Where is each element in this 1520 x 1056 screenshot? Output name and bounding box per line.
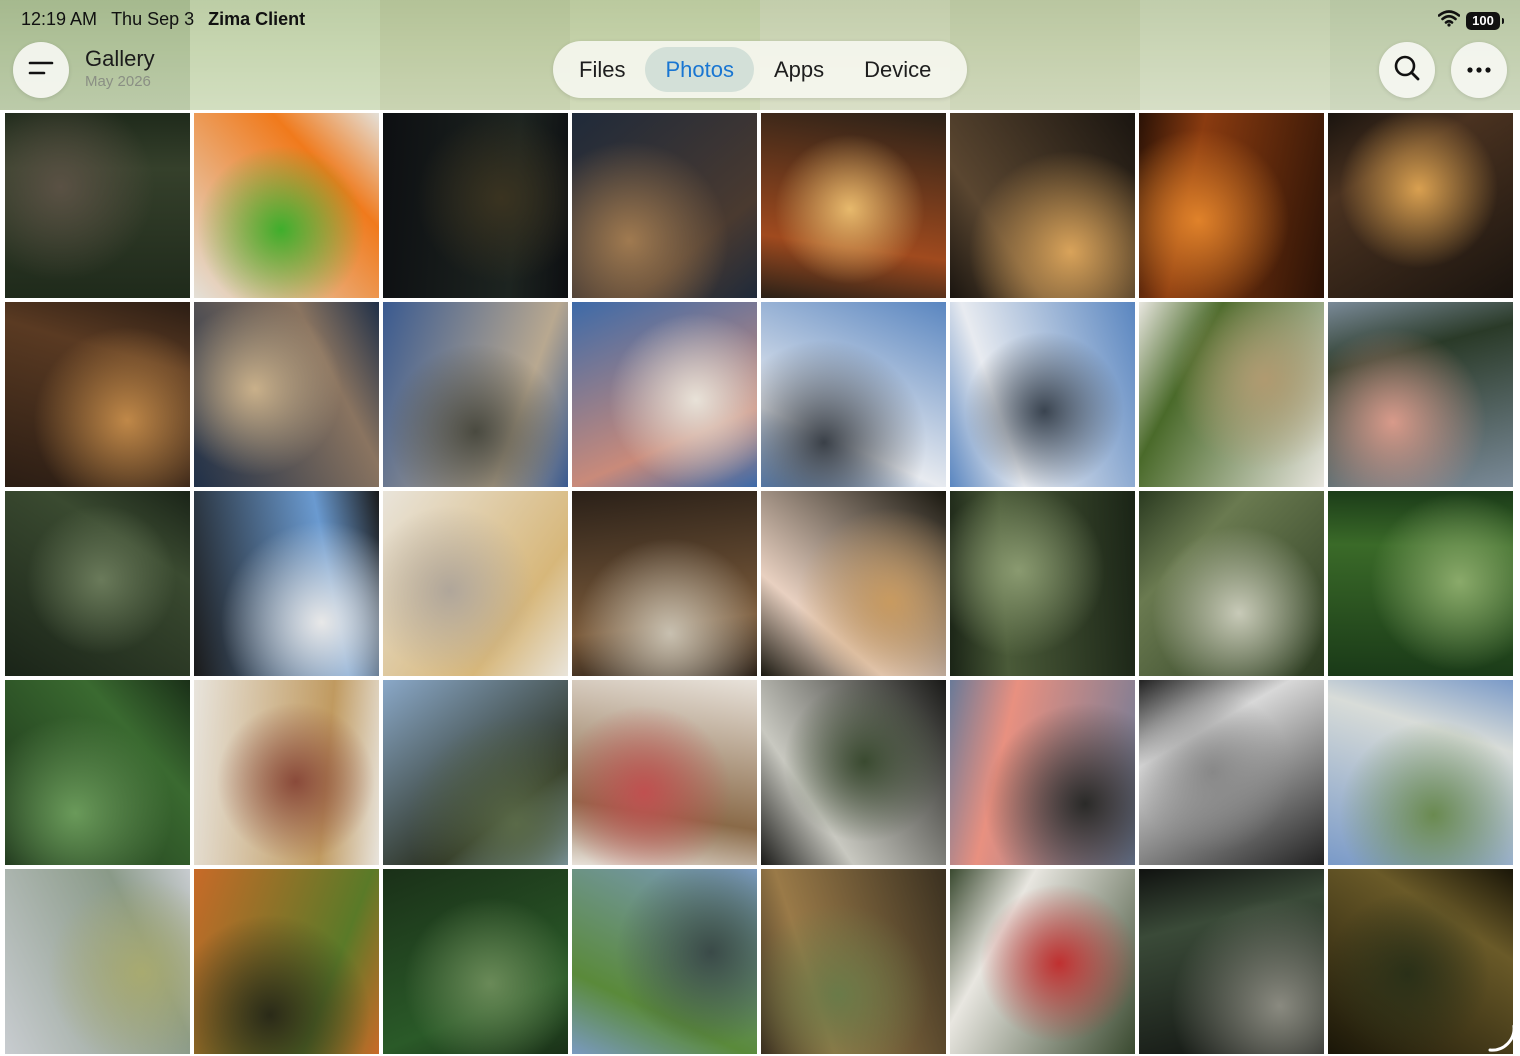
page-subtitle: May 2026 (85, 73, 151, 90)
photo-thumbnail[interactable] (572, 869, 757, 1054)
photo-thumbnail[interactable] (383, 302, 568, 487)
status-date: Thu Sep 3 (111, 9, 195, 29)
photo-thumbnail[interactable] (1139, 113, 1324, 298)
status-app-name: Zima Client (208, 9, 306, 29)
status-time: 12:19 AM (21, 9, 98, 29)
photo-thumbnail[interactable] (572, 680, 757, 865)
photo-thumbnail[interactable] (950, 302, 1135, 487)
photo-thumbnail[interactable] (5, 302, 190, 487)
photo-thumbnail[interactable] (761, 113, 946, 298)
photo-thumbnail[interactable] (1328, 113, 1513, 298)
more-options-button[interactable] (1451, 42, 1507, 98)
photo-thumbnail[interactable] (383, 491, 568, 676)
photo-thumbnail[interactable] (383, 869, 568, 1054)
header-backdrop (950, 0, 1140, 110)
status-bar-right: 100 (1437, 9, 1504, 32)
wifi-icon (1437, 9, 1461, 32)
photo-thumbnail[interactable] (5, 113, 190, 298)
photo-thumbnail[interactable] (1328, 680, 1513, 865)
photo-thumbnail[interactable] (1328, 491, 1513, 676)
photo-thumbnail[interactable] (194, 491, 379, 676)
photo-thumbnail[interactable] (950, 491, 1135, 676)
photo-thumbnail[interactable] (761, 491, 946, 676)
menu-button[interactable] (13, 42, 69, 98)
menu-icon (28, 58, 54, 83)
tab-device[interactable]: Device (844, 47, 951, 92)
photo-thumbnail[interactable] (5, 491, 190, 676)
photo-thumbnail[interactable] (194, 869, 379, 1054)
header-bar: 12:19 AM Thu Sep 3 Zima Client 100 Galle… (0, 0, 1520, 110)
photo-thumbnail[interactable] (5, 869, 190, 1054)
tab-files[interactable]: Files (559, 47, 645, 92)
photo-thumbnail[interactable] (572, 491, 757, 676)
photo-thumbnail[interactable] (194, 302, 379, 487)
photo-thumbnail[interactable] (194, 113, 379, 298)
photo-thumbnail[interactable] (761, 302, 946, 487)
photo-thumbnail[interactable] (1139, 491, 1324, 676)
tab-photos[interactable]: Photos (645, 47, 754, 92)
gallery-screen: 12:19 AM Thu Sep 3 Zima Client 100 Galle… (0, 0, 1520, 1056)
photo-thumbnail[interactable] (950, 113, 1135, 298)
photo-thumbnail[interactable] (5, 680, 190, 865)
photo-thumbnail[interactable] (1139, 302, 1324, 487)
photo-thumbnail[interactable] (194, 680, 379, 865)
header-backdrop (1140, 0, 1330, 110)
status-bar-left: 12:19 AM Thu Sep 3 Zima Client (21, 9, 305, 30)
tab-apps[interactable]: Apps (754, 47, 844, 92)
photo-thumbnail[interactable] (572, 113, 757, 298)
header-backdrop (380, 0, 570, 110)
more-icon (1466, 61, 1492, 79)
photo-thumbnail[interactable] (950, 680, 1135, 865)
photo-thumbnail[interactable] (383, 680, 568, 865)
title-block: Gallery May 2026 (85, 46, 155, 92)
search-button[interactable] (1379, 42, 1435, 98)
photo-thumbnail[interactable] (572, 302, 757, 487)
photo-thumbnail[interactable] (761, 680, 946, 865)
photo-grid (5, 113, 1517, 1054)
battery-indicator: 100 (1466, 11, 1504, 30)
search-icon (1393, 54, 1421, 87)
photo-thumbnail[interactable] (950, 869, 1135, 1054)
page-title: Gallery (85, 46, 155, 71)
section-tabs: Files Photos Apps Device (553, 41, 967, 98)
photo-thumbnail[interactable] (1139, 869, 1324, 1054)
loading-spinner-icon (1484, 1020, 1518, 1054)
photo-thumbnail[interactable] (383, 113, 568, 298)
photo-thumbnail[interactable] (761, 869, 946, 1054)
photo-thumbnail[interactable] (1328, 302, 1513, 487)
photo-thumbnail[interactable] (1139, 680, 1324, 865)
